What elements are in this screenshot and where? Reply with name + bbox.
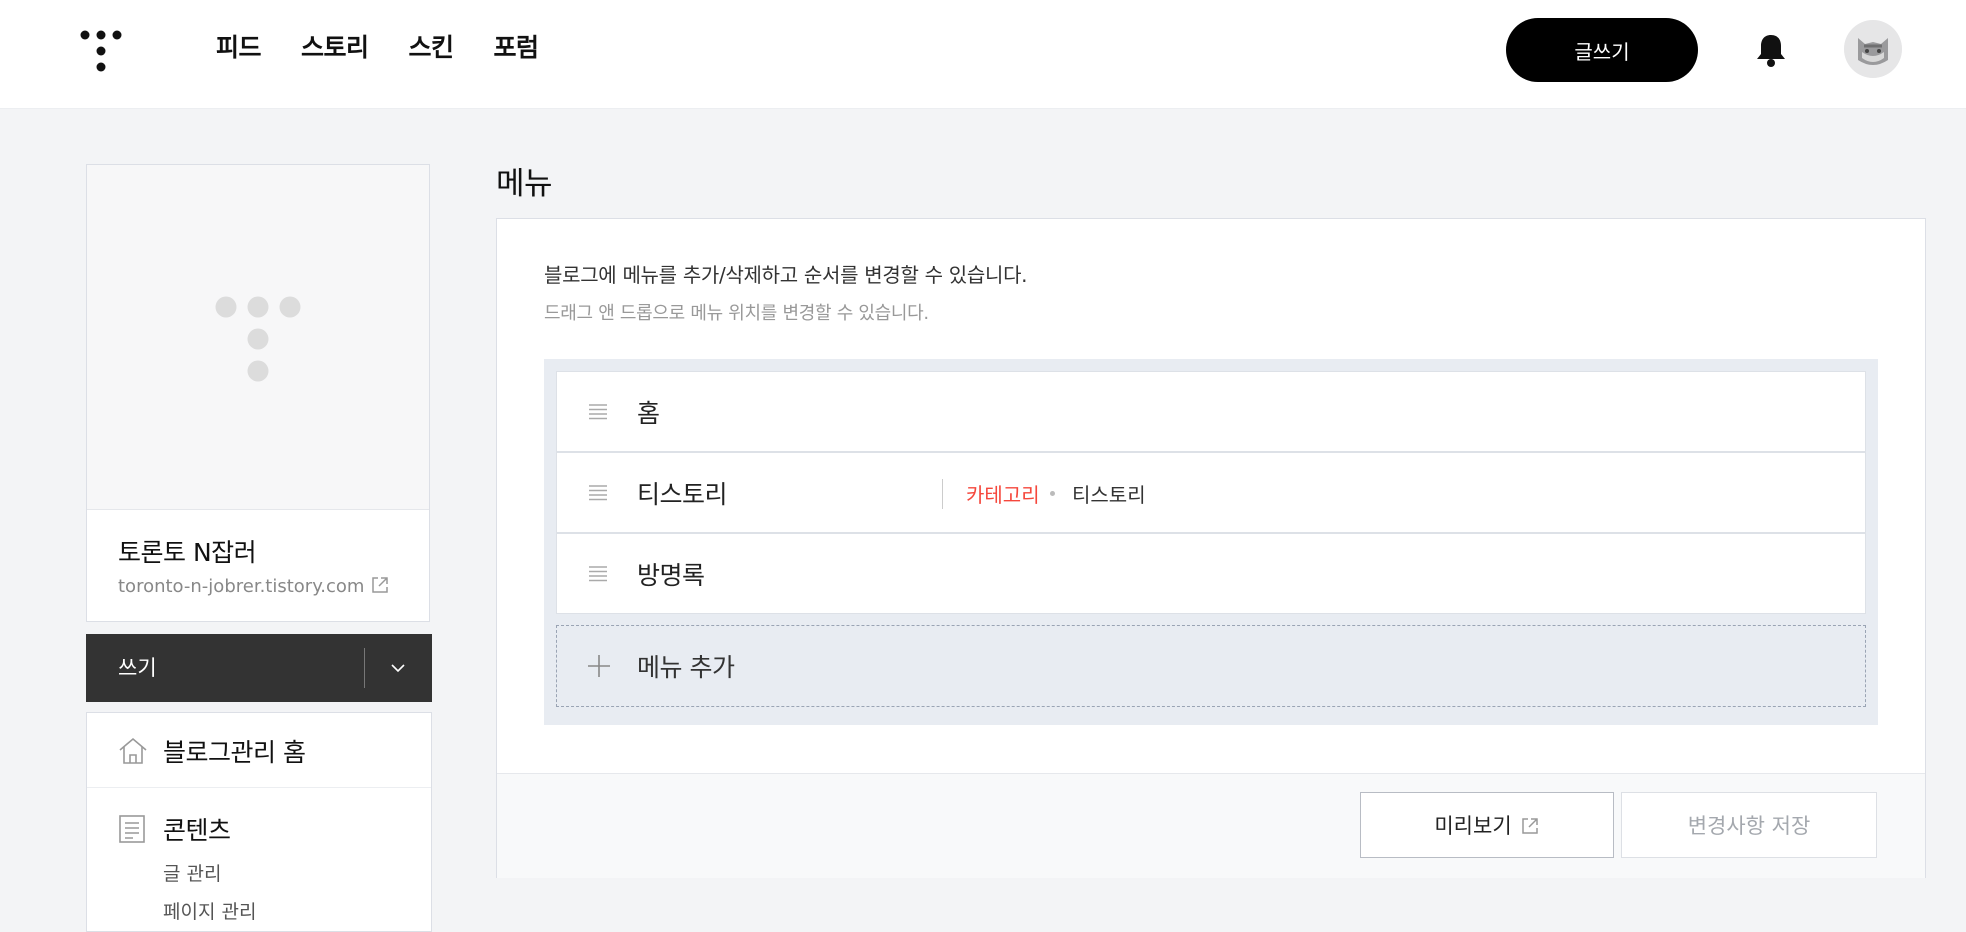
menu-list: 홈 티스토리 카테고리 티스토리 방명록 메뉴 추가: [544, 359, 1878, 725]
tistory-placeholder-icon: [215, 296, 301, 382]
panel-footer: 미리보기 변경사항 저장: [497, 773, 1925, 878]
menu-item-row[interactable]: 홈: [556, 371, 1866, 452]
sidebar-subitem-posts[interactable]: 글 관리: [163, 859, 221, 886]
save-changes-button[interactable]: 변경사항 저장: [1621, 792, 1877, 858]
top-bar: 피드 스토리 스킨 포럼 글쓰기: [0, 0, 1966, 109]
menu-item-value: 티스토리: [1072, 483, 1146, 507]
panel-description: 블로그에 메뉴를 추가/삭제하고 순서를 변경할 수 있습니다.: [544, 263, 1028, 287]
panel-hint: 드래그 앤 드롭으로 메뉴 위치를 변경할 수 있습니다.: [544, 303, 929, 324]
blog-name: 토론토 N잡러: [118, 538, 257, 567]
drag-handle-icon[interactable]: [589, 404, 607, 420]
home-icon: [119, 737, 147, 764]
nav-story[interactable]: 스토리: [301, 28, 369, 68]
drag-handle-icon[interactable]: [589, 485, 607, 501]
blog-profile-card: 토론토 N잡러 toronto-n-jobrer.tistory.com: [86, 164, 430, 622]
menu-item-label: 홈: [637, 399, 660, 428]
chevron-down-icon[interactable]: [388, 658, 408, 678]
add-menu-button[interactable]: 메뉴 추가: [556, 625, 1866, 707]
sidebar-item-label: 콘텐츠: [163, 816, 231, 845]
external-link-icon: [1521, 818, 1538, 834]
drag-handle-icon[interactable]: [589, 566, 607, 582]
sidebar-menu: 블로그관리 홈 콘텐츠 글 관리 페이지 관리: [86, 712, 432, 932]
menu-item-row[interactable]: 티스토리 카테고리 티스토리: [556, 452, 1866, 533]
menu-item-label: 방명록: [637, 561, 705, 590]
document-icon: [119, 815, 145, 843]
nav-skin[interactable]: 스킨: [409, 28, 455, 68]
sidebar-item-home[interactable]: 블로그관리 홈: [87, 713, 431, 788]
write-post-button[interactable]: 글쓰기: [1506, 18, 1698, 82]
menu-item-type: 카테고리: [966, 483, 1040, 507]
avatar[interactable]: [1844, 20, 1902, 78]
menu-item-row[interactable]: 방명록: [556, 533, 1866, 614]
page-title: 메뉴: [496, 166, 553, 202]
bell-icon[interactable]: [1754, 32, 1788, 68]
menu-settings-panel: 블로그에 메뉴를 추가/삭제하고 순서를 변경할 수 있습니다. 드래그 앤 드…: [496, 218, 1926, 878]
divider: [364, 648, 365, 688]
tistory-logo-icon[interactable]: [80, 30, 122, 72]
plus-icon: [588, 655, 610, 677]
write-dropdown-label[interactable]: 쓰기: [118, 652, 157, 682]
nav-forum[interactable]: 포럼: [494, 28, 540, 68]
add-menu-label: 메뉴 추가: [637, 653, 735, 682]
external-link-icon: [372, 577, 389, 593]
main-nav: 피드 스토리 스킨 포럼: [216, 28, 539, 68]
write-dropdown[interactable]: 쓰기: [86, 634, 432, 702]
divider: [942, 479, 943, 509]
preview-button[interactable]: 미리보기: [1360, 792, 1614, 858]
blog-url-link[interactable]: toronto-n-jobrer.tistory.com: [118, 575, 390, 597]
sidebar-subitem-pages[interactable]: 페이지 관리: [163, 897, 256, 924]
preview-label: 미리보기: [1434, 814, 1512, 838]
menu-item-label: 티스토리: [637, 480, 728, 509]
sidebar-item-label: 블로그관리 홈: [163, 738, 306, 767]
nav-feed[interactable]: 피드: [216, 28, 262, 68]
separator-dot: [1050, 491, 1055, 496]
blog-url-text: toronto-n-jobrer.tistory.com: [118, 576, 365, 597]
blog-thumbnail: [87, 165, 429, 510]
avatar-cat-icon: [1844, 20, 1902, 78]
